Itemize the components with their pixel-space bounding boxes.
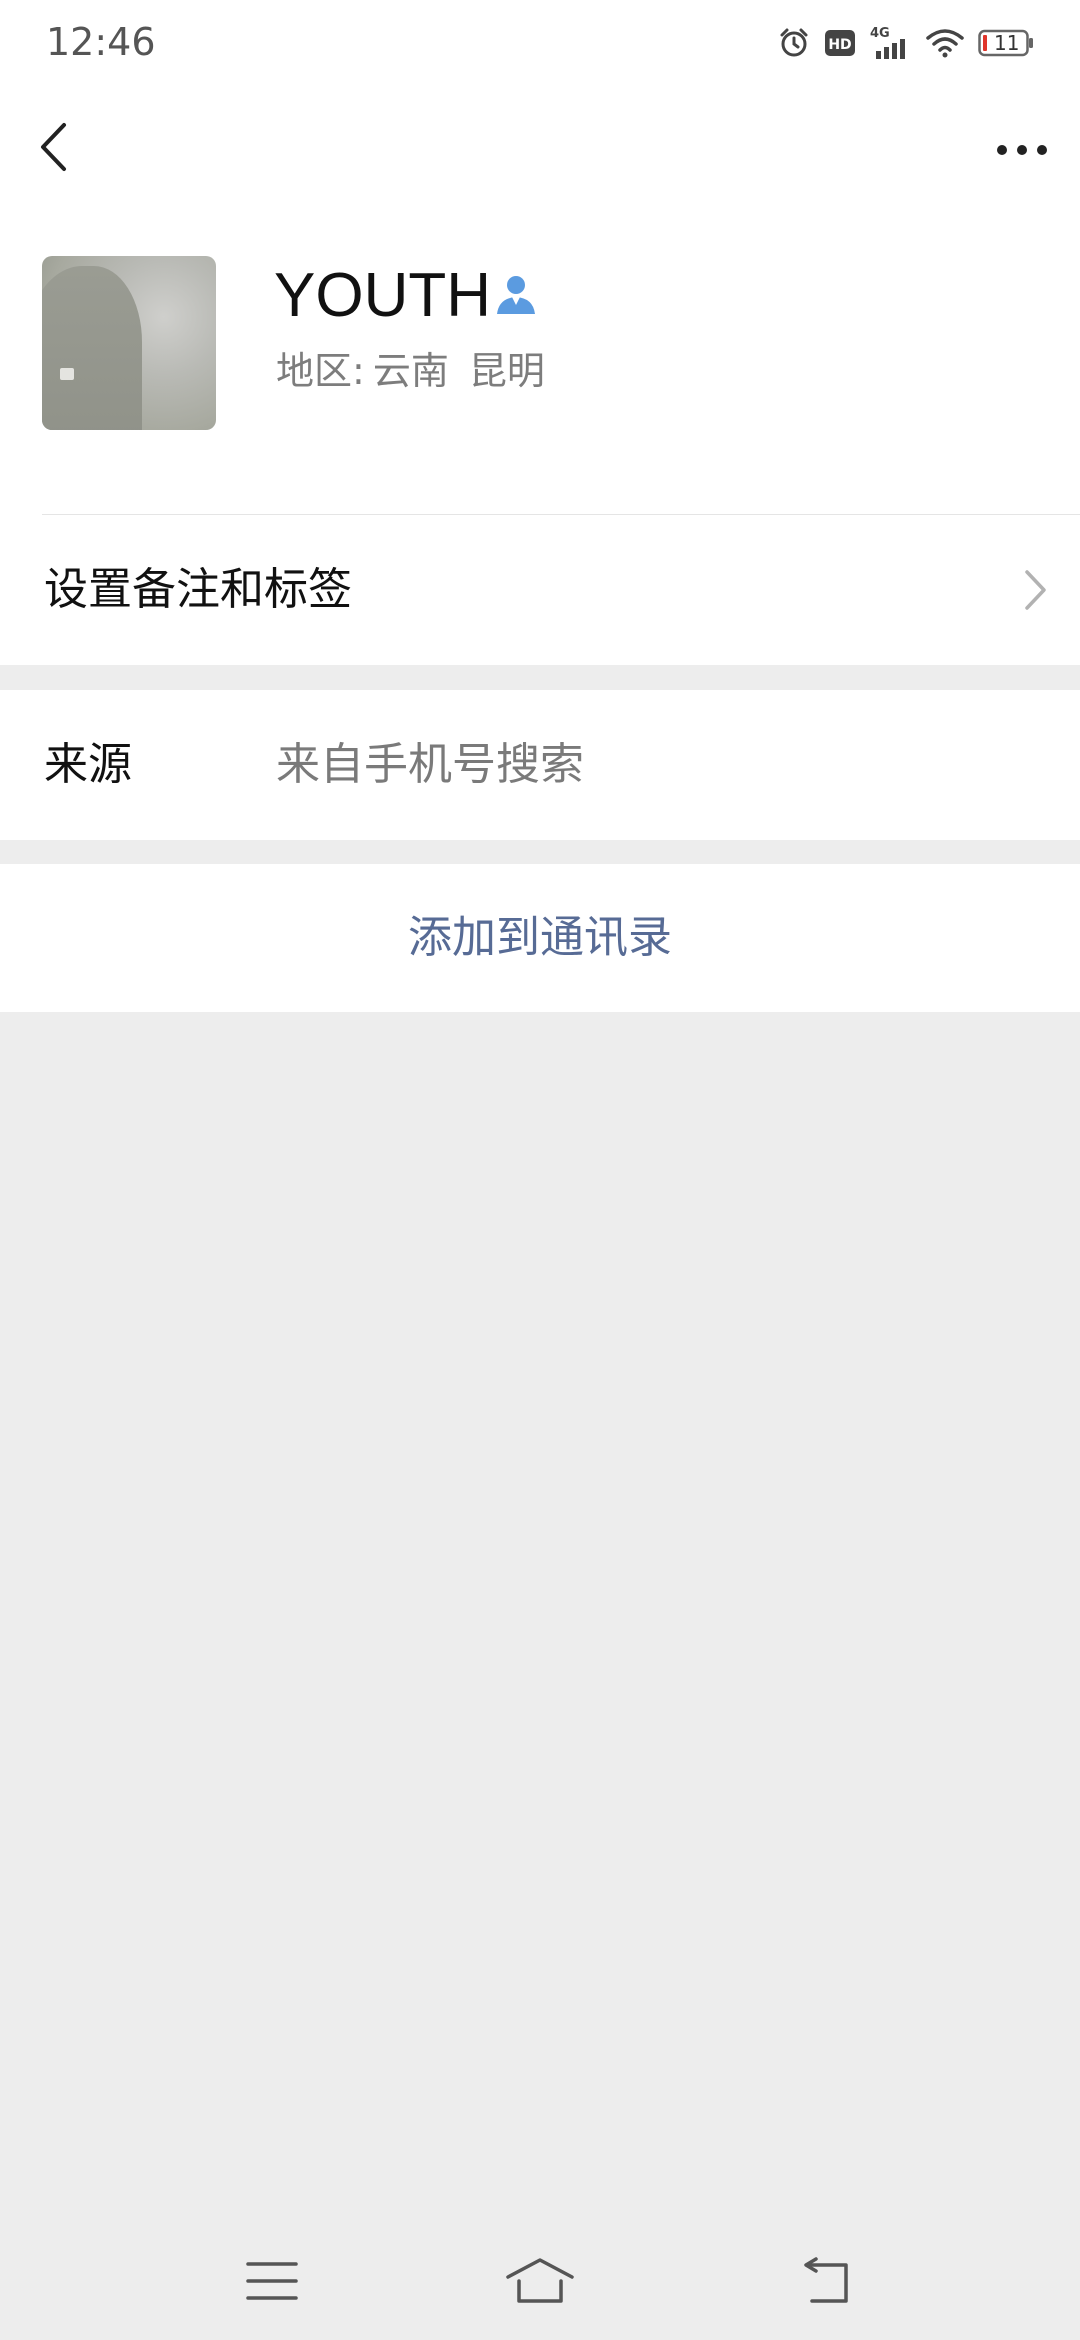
avatar-photo-shape (42, 266, 142, 430)
hd-icon: HD (824, 29, 856, 57)
profile-name: YOUTH (274, 261, 491, 330)
more-dots-icon (996, 141, 1048, 160)
status-time: 12:46 (46, 20, 156, 64)
source-label: 来源 (44, 739, 132, 790)
remark-tags-label: 设置备注和标签 (44, 564, 352, 615)
system-nav-bar (0, 2240, 1080, 2340)
battery-level-text: 11 (994, 31, 1020, 55)
back-button[interactable] (28, 112, 78, 186)
avatar-photo-detail (60, 368, 74, 380)
signal-4g-icon: 4G (870, 25, 912, 61)
menu-button[interactable] (232, 2248, 312, 2318)
avatar[interactable] (42, 256, 216, 430)
system-back-button[interactable] (784, 2248, 864, 2318)
home-button[interactable] (500, 2248, 580, 2318)
back-return-icon (796, 2257, 852, 2309)
alarm-icon (778, 27, 810, 59)
region-city: 昆明 (468, 349, 545, 393)
source-row: 来源 来自手机号搜索 (0, 690, 1080, 840)
battery-icon: 11 (978, 28, 1034, 58)
more-button[interactable] (982, 120, 1062, 180)
region-prefix: 地区: (276, 349, 365, 393)
hd-badge-text: HD (828, 37, 851, 53)
wifi-icon (926, 28, 964, 58)
source-value: 来自手机号搜索 (276, 739, 584, 790)
chevron-right-icon (1020, 567, 1050, 613)
region-province: 云南 (372, 349, 449, 393)
status-icons: HD 4G 11 (778, 20, 1034, 66)
male-user-icon (494, 272, 538, 316)
menu-icon (246, 2260, 298, 2306)
add-to-contacts-button[interactable]: 添加到通讯录 (0, 864, 1080, 1012)
profile-region: 地区: 云南 昆明 (276, 346, 545, 396)
home-icon (505, 2257, 575, 2309)
remark-tags-row[interactable]: 设置备注和标签 (0, 515, 1080, 665)
add-to-contacts-label: 添加到通讯录 (408, 912, 672, 963)
chevron-left-icon (38, 122, 68, 176)
network-type-text: 4G (870, 26, 890, 41)
